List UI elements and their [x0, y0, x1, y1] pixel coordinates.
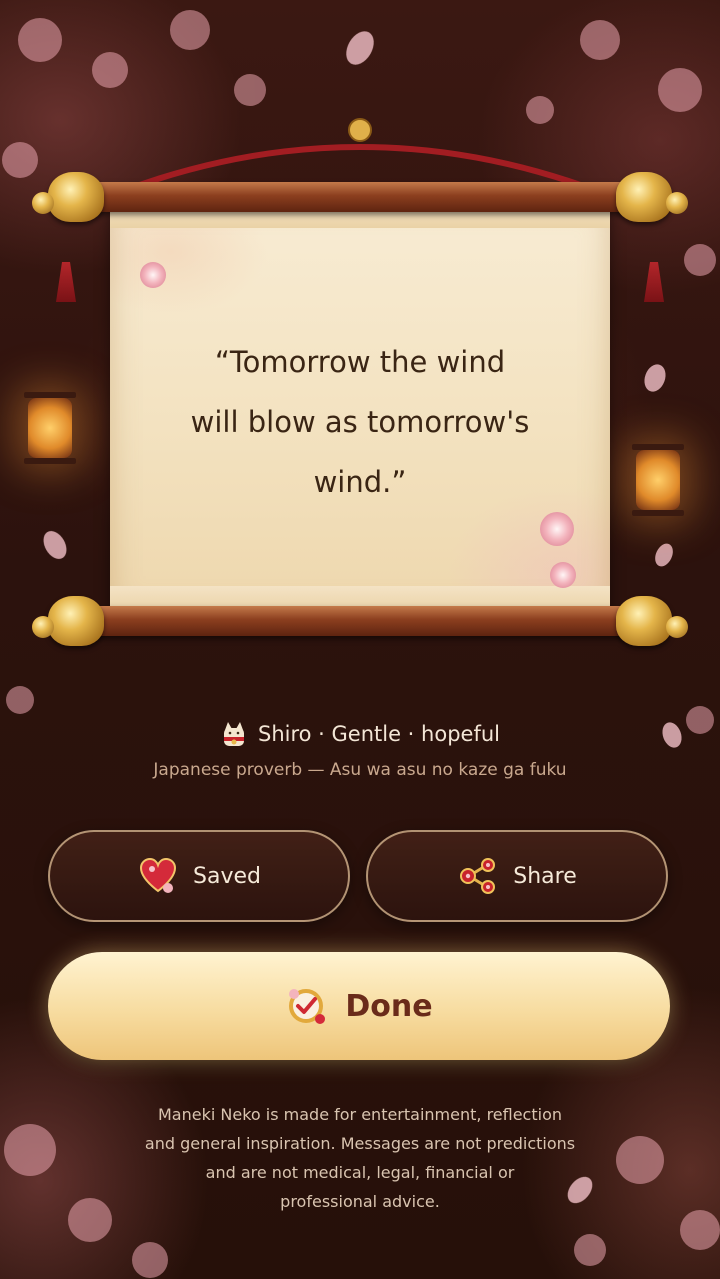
- scroll-top-rod: [70, 182, 650, 212]
- sakura-decoration: [540, 512, 574, 546]
- scroll-finial: [616, 596, 672, 646]
- disclaimer-line: and are not medical, legal, financial or: [205, 1163, 515, 1182]
- share-button[interactable]: Share: [366, 830, 668, 922]
- disclaimer-line: and general inspiration. Messages are no…: [144, 1134, 576, 1153]
- hanging-scroll: “Tomorrow the wind will blow as tomorrow…: [30, 112, 690, 672]
- scroll-finial-knob: [32, 192, 54, 214]
- share-icon: [460, 858, 496, 894]
- quote-line: wind.”: [313, 465, 407, 499]
- cat-icon: [224, 722, 244, 746]
- tassel: [56, 262, 76, 302]
- scroll-finial-knob: [666, 616, 688, 638]
- quote-result-screen: “Tomorrow the wind will blow as tomorrow…: [0, 0, 720, 1279]
- heart-icon: [140, 857, 177, 893]
- done-button[interactable]: Done: [48, 952, 670, 1060]
- tassel: [644, 262, 664, 302]
- share-button-label: Share: [513, 863, 577, 889]
- saved-button[interactable]: Saved: [48, 830, 350, 922]
- scroll-bottom-rod: [70, 606, 650, 636]
- quote-source: Japanese proverb — Asu wa asu no kaze ga…: [153, 760, 567, 780]
- disclaimer-line: Maneki Neko is made for entertainment, r…: [158, 1105, 562, 1124]
- disclaimer-line: professional advice.: [280, 1192, 440, 1211]
- character-mood-text: Shiro · Gentle · hopeful: [258, 722, 500, 746]
- scroll-finial: [616, 172, 672, 222]
- quote-line: “Tomorrow the wind: [214, 345, 506, 379]
- done-button-label: Done: [345, 988, 433, 1024]
- scroll-finial-knob: [32, 616, 54, 638]
- saved-button-label: Saved: [193, 863, 261, 889]
- sakura-decoration: [550, 562, 576, 588]
- disclaimer: Maneki Neko is made for entertainment, r…: [90, 1100, 630, 1216]
- scroll-paper: “Tomorrow the wind will blow as tomorrow…: [110, 202, 610, 612]
- character-mood-line: Shiro · Gentle · hopeful: [0, 718, 720, 750]
- scroll-finial: [48, 172, 104, 222]
- quote-line: will blow as tomorrow's: [190, 405, 530, 439]
- scroll-finial-knob: [666, 192, 688, 214]
- quote-text: “Tomorrow the wind will blow as tomorrow…: [150, 332, 570, 512]
- scroll-finial: [48, 596, 104, 646]
- sakura-decoration: [140, 262, 166, 288]
- checkmark-badge-icon: [289, 989, 326, 1024]
